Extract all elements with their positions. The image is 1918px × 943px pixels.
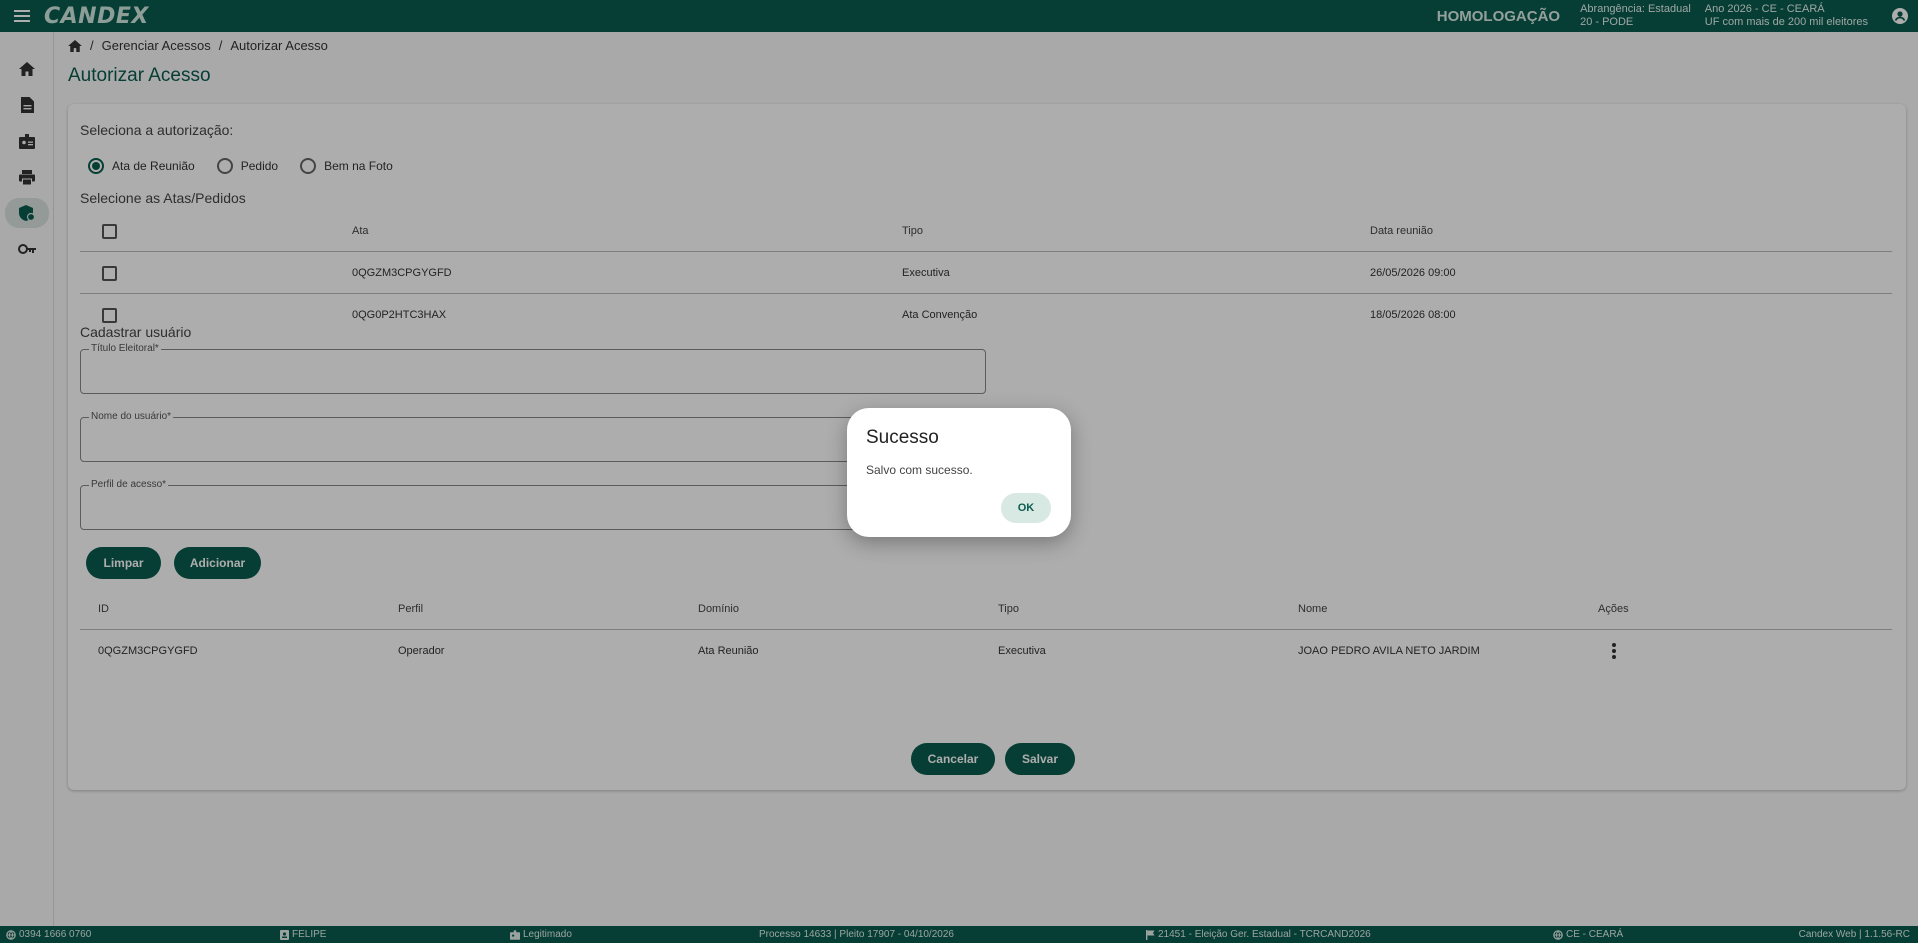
ok-button[interactable]: OK	[1001, 493, 1051, 523]
dialog-message: Salvo com sucesso.	[866, 463, 973, 477]
dialog-title: Sucesso	[866, 427, 939, 448]
success-dialog: Sucesso Salvo com sucesso. OK	[847, 408, 1071, 537]
